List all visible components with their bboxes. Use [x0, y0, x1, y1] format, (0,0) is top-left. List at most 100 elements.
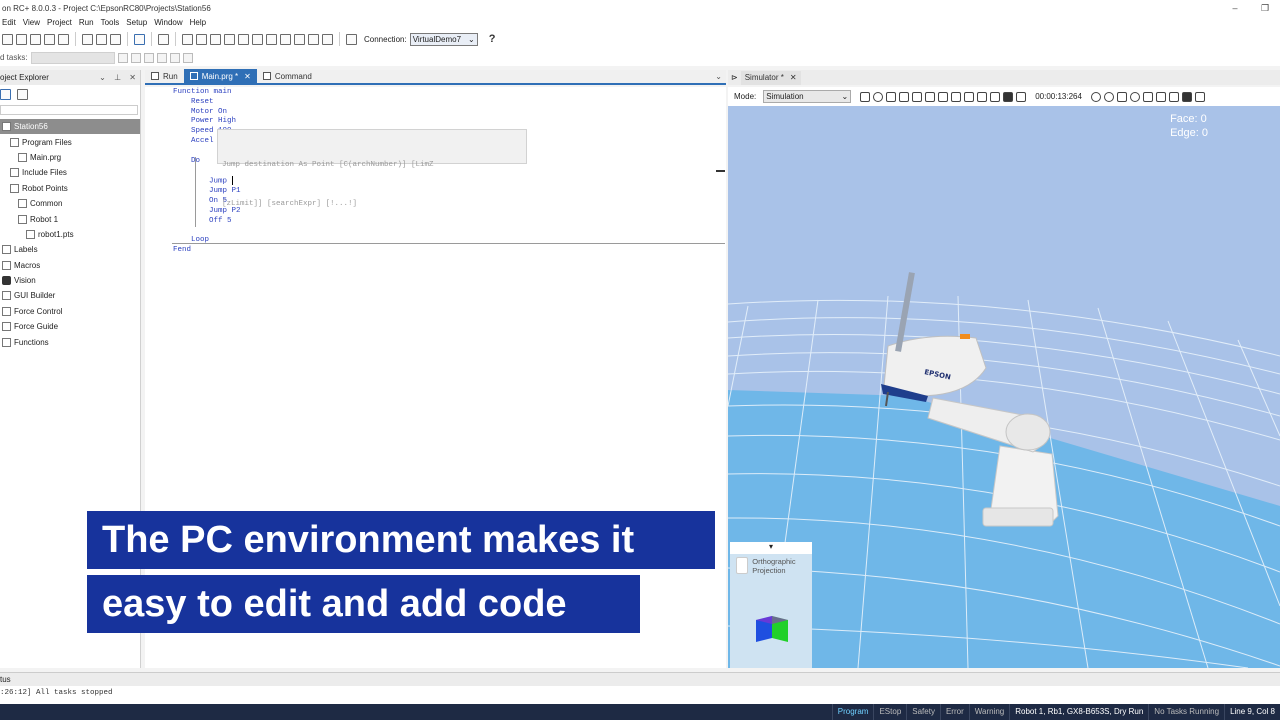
- build-icon[interactable]: [134, 33, 145, 45]
- tree-item[interactable]: Macros: [0, 258, 140, 273]
- panel-buttons: ⌄ ⊥ ✕: [93, 73, 136, 82]
- person-icon[interactable]: [951, 91, 962, 102]
- tree-item[interactable]: Main.prg: [0, 150, 140, 165]
- tasks-dropdown[interactable]: [30, 51, 115, 64]
- robot-manager-icon[interactable]: [182, 33, 193, 45]
- menu-run[interactable]: Run: [77, 18, 99, 27]
- save-icon[interactable]: [30, 33, 41, 45]
- menu-tools[interactable]: Tools: [99, 18, 125, 27]
- point-editor-icon[interactable]: [238, 33, 249, 45]
- tab-main-prg[interactable]: Main.prg * ✕: [183, 69, 257, 83]
- open-file-icon[interactable]: [16, 33, 27, 45]
- record-icon[interactable]: [1003, 91, 1014, 102]
- connection-dropdown[interactable]: VirtualDemo7 ⌄: [409, 32, 478, 46]
- menu-edit[interactable]: Edit: [0, 18, 21, 27]
- export-icon[interactable]: [322, 33, 333, 45]
- tree-item[interactable]: Program Files: [0, 134, 140, 149]
- status-item: Safety: [906, 704, 940, 720]
- menu-window[interactable]: Window: [152, 18, 187, 27]
- gui-builder-icon[interactable]: [280, 33, 291, 45]
- force-guide-icon[interactable]: [266, 33, 277, 45]
- move-icon[interactable]: [1181, 91, 1192, 102]
- simulator-viewport[interactable]: EPSON Face: 0 Edge: 0 ▾ Orthographic Pro…: [728, 106, 1280, 668]
- camera-icon[interactable]: [294, 33, 305, 45]
- tree-item[interactable]: Common: [0, 196, 140, 211]
- snapshot-icon[interactable]: [977, 91, 988, 102]
- tree-item[interactable]: Functions: [0, 334, 140, 349]
- tab-command[interactable]: Command: [257, 69, 318, 83]
- vision-guide-icon[interactable]: [252, 33, 263, 45]
- collision-icon[interactable]: [873, 91, 884, 102]
- download-icon[interactable]: [308, 33, 319, 45]
- orthographic-checkbox[interactable]: [736, 557, 749, 574]
- undo-icon[interactable]: [964, 91, 975, 102]
- step-over-icon[interactable]: [130, 52, 141, 63]
- step-into-icon[interactable]: [117, 52, 128, 63]
- run-window-icon[interactable]: [158, 33, 169, 45]
- continue-icon[interactable]: [169, 52, 180, 63]
- mode-dropdown[interactable]: Simulation ⌄: [763, 90, 852, 103]
- panel-toggle[interactable]: ▾: [730, 542, 812, 554]
- layout-icon[interactable]: [886, 91, 897, 102]
- reset-view-icon[interactable]: [1090, 91, 1101, 102]
- robot-view-icon[interactable]: [912, 91, 923, 102]
- tree-item[interactable]: robot1.pts: [0, 227, 140, 242]
- restore-button[interactable]: ❐: [1250, 0, 1280, 16]
- target-icon[interactable]: [1129, 91, 1140, 102]
- view-icon[interactable]: [899, 91, 910, 102]
- copy-icon[interactable]: [96, 33, 107, 45]
- paste-icon[interactable]: [110, 33, 121, 45]
- chevron-down-icon[interactable]: ⌄: [715, 72, 726, 81]
- print-icon[interactable]: [58, 33, 69, 45]
- orthographic-option[interactable]: Orthographic Projection: [730, 554, 812, 578]
- help-icon[interactable]: ?: [489, 33, 496, 45]
- save-all-icon[interactable]: [44, 33, 55, 45]
- pin-icon[interactable]: ⊳: [728, 73, 741, 82]
- tree-item[interactable]: Force Control: [0, 304, 140, 319]
- rotate-icon[interactable]: [1103, 91, 1114, 102]
- grid-icon[interactable]: [990, 91, 1001, 102]
- tree-item[interactable]: Robot 1: [0, 211, 140, 226]
- playback-icon[interactable]: [1016, 91, 1027, 102]
- tree-item[interactable]: Robot Points: [0, 181, 140, 196]
- io-monitor-icon[interactable]: [196, 33, 207, 45]
- tree-item[interactable]: Vision: [0, 273, 140, 288]
- explorer-options-icon[interactable]: [17, 88, 28, 100]
- tree-item[interactable]: Include Files: [0, 165, 140, 180]
- path-icon[interactable]: [1116, 91, 1127, 102]
- new-file-icon[interactable]: [2, 33, 13, 45]
- add-object-icon[interactable]: [860, 91, 871, 102]
- minimize-button[interactable]: –: [1220, 0, 1250, 16]
- tree-item[interactable]: Force Guide: [0, 319, 140, 334]
- walk-icon[interactable]: [143, 52, 154, 63]
- explorer-home-icon[interactable]: [0, 88, 11, 100]
- pan-icon[interactable]: [1168, 91, 1179, 102]
- breakpoint-icon[interactable]: [156, 52, 167, 63]
- close-icon[interactable]: ✕: [790, 73, 797, 82]
- menu-help[interactable]: Help: [188, 18, 211, 27]
- close-icon[interactable]: ✕: [244, 72, 251, 81]
- caption-line-2: easy to edit and add code: [87, 575, 640, 633]
- paste-icon[interactable]: [938, 91, 949, 102]
- pin-icon[interactable]: ⊥: [114, 73, 121, 82]
- close-icon[interactable]: ✕: [129, 73, 136, 82]
- menu-setup[interactable]: Setup: [124, 18, 152, 27]
- menu-icon[interactable]: [1194, 91, 1205, 102]
- tree-item[interactable]: Labels: [0, 242, 140, 257]
- fit-view-icon[interactable]: [1142, 91, 1153, 102]
- cut-icon[interactable]: [82, 33, 93, 45]
- explorer-filter-input[interactable]: [0, 105, 138, 115]
- orientation-cube-icon[interactable]: [752, 612, 792, 648]
- simulator-icon[interactable]: [224, 33, 235, 45]
- menu-project[interactable]: Project: [45, 18, 77, 27]
- task-manager-icon[interactable]: [210, 33, 221, 45]
- zoom-icon[interactable]: [1155, 91, 1166, 102]
- tree-item[interactable]: GUI Builder: [0, 288, 140, 303]
- copy-icon[interactable]: [925, 91, 936, 102]
- tab-run[interactable]: Run: [145, 69, 184, 83]
- menu-view[interactable]: View: [21, 18, 45, 27]
- chevron-down-icon[interactable]: ⌄: [99, 73, 106, 82]
- halt-icon[interactable]: [182, 52, 193, 63]
- tree-item[interactable]: Station56: [0, 119, 140, 135]
- tab-simulator[interactable]: Simulator * ✕: [740, 70, 801, 85]
